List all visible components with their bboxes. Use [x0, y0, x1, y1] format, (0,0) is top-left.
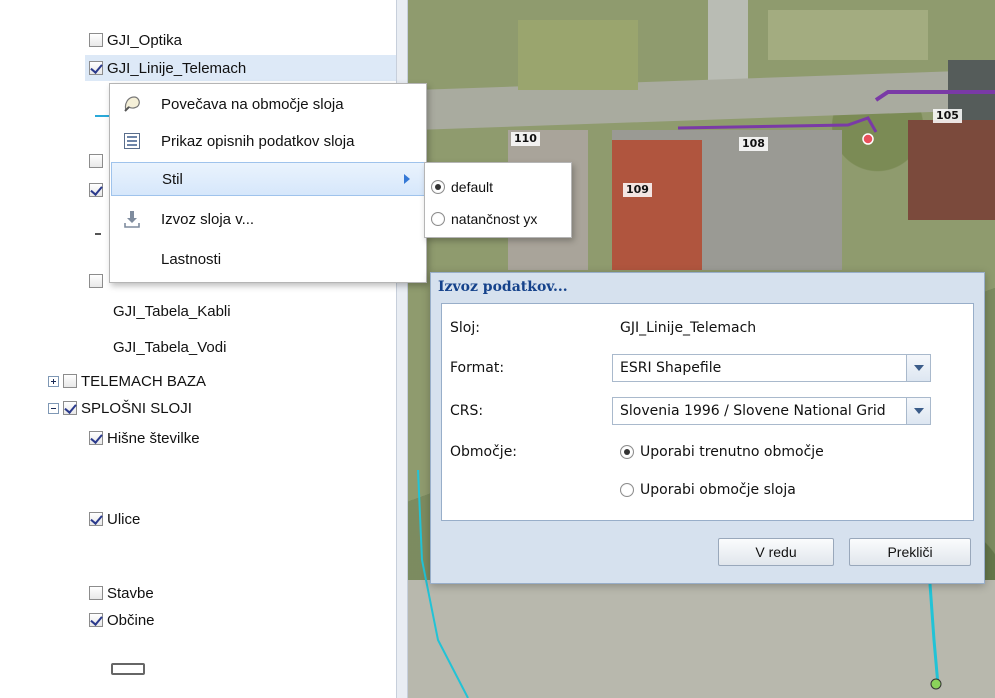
- attribute-table-icon: [121, 130, 143, 152]
- layer-label: GJI_Optika: [107, 31, 183, 49]
- layer-checkbox[interactable]: [89, 183, 103, 197]
- layer-label: GJI_Linije_Telemach: [107, 59, 247, 77]
- layer-label: TELEMACH BAZA: [81, 372, 207, 390]
- layer-checkbox[interactable]: [89, 61, 103, 75]
- dialog-title: Izvoz podatkov...: [438, 279, 568, 295]
- dialog-form: Sloj: GJI_Linije_Telemach Format: ESRI S…: [441, 303, 974, 521]
- style-radio[interactable]: [431, 180, 445, 194]
- house-number-label: 110: [511, 132, 540, 146]
- telemach-line-cyan: [928, 583, 940, 686]
- menu-item-label: Povečava na območje sloja: [161, 95, 344, 113]
- layer-item-hisne-stevilke[interactable]: Hišne številke: [89, 425, 200, 451]
- area-field-label: Območje:: [450, 444, 518, 460]
- style-radio[interactable]: [431, 212, 445, 226]
- layer-checkbox[interactable]: [89, 274, 103, 288]
- style-option-default[interactable]: default: [431, 175, 493, 199]
- menu-item-properties[interactable]: Lastnosti: [111, 242, 425, 276]
- layer-label: Stavbe: [107, 584, 154, 602]
- layer-item-gji-tabela-kabli[interactable]: GJI_Tabela_Kabli: [113, 298, 231, 324]
- format-select-value: ESRI Shapefile: [620, 360, 722, 376]
- telemach-line-purple: [677, 116, 878, 133]
- layer-label: Hišne številke: [107, 429, 200, 447]
- telemach-line-purple: [874, 90, 995, 102]
- layer-checkbox[interactable]: [89, 613, 103, 627]
- submenu-arrow-icon: [404, 174, 410, 184]
- layer-group-telemach-baza[interactable]: TELEMACH BAZA: [48, 368, 206, 394]
- layer-label: Ulice: [107, 510, 141, 528]
- layer-context-menu: Povečava na območje sloja Prikaz opisnih…: [109, 83, 427, 283]
- layer-field-value: GJI_Linije_Telemach: [620, 320, 757, 336]
- export-dialog: Izvoz podatkov... Sloj: GJI_Linije_Telem…: [430, 272, 985, 584]
- layer-item-hidden-2[interactable]: [89, 177, 107, 203]
- layer-item-stavbe[interactable]: Stavbe: [89, 580, 154, 606]
- area-option-label: Uporabi območje sloja: [640, 482, 796, 498]
- menu-item-attribute-table[interactable]: Prikaz opisnih podatkov sloja: [111, 124, 425, 158]
- layer-item-gji-tabela-vodi[interactable]: GJI_Tabela_Vodi: [113, 334, 226, 360]
- style-option-label: natančnost yx: [451, 211, 538, 227]
- house-number-label: 105: [933, 109, 962, 123]
- layer-item-ulice[interactable]: Ulice: [89, 506, 140, 532]
- legend-dash-swatch: [95, 233, 101, 235]
- zoom-to-layer-icon: [121, 93, 143, 115]
- area-radio[interactable]: [620, 445, 634, 459]
- legend-polygon-swatch: [111, 663, 145, 675]
- format-select[interactable]: ESRI Shapefile: [612, 354, 931, 382]
- export-download-icon: [121, 208, 143, 230]
- layer-checkbox[interactable]: [89, 586, 103, 600]
- crs-select-value: Slovenia 1996 / Slovene National Grid: [620, 403, 886, 419]
- chevron-down-icon[interactable]: [906, 355, 930, 381]
- format-field-label: Format:: [450, 360, 505, 376]
- menu-item-zoom-to-layer[interactable]: Povečava na območje sloja: [111, 87, 425, 121]
- house-number-label: 108: [739, 137, 768, 151]
- area-option-layer[interactable]: Uporabi območje sloja: [620, 482, 796, 498]
- layer-label: Občine: [107, 611, 155, 629]
- layer-checkbox[interactable]: [89, 33, 103, 47]
- chevron-down-icon[interactable]: [906, 398, 930, 424]
- crs-select[interactable]: Slovenia 1996 / Slovene National Grid: [612, 397, 931, 425]
- layer-group-splosni-sloji[interactable]: SPLOŠNI SLOJI: [48, 395, 192, 421]
- layer-item-hidden-1[interactable]: [89, 148, 107, 174]
- layer-checkbox[interactable]: [89, 154, 103, 168]
- layer-item-gji-optika[interactable]: GJI_Optika: [89, 27, 182, 53]
- style-option-label: default: [451, 179, 494, 195]
- layer-label: SPLOŠNI SLOJI: [81, 399, 192, 417]
- layer-label: GJI_Tabela_Vodi: [113, 338, 227, 356]
- crs-field-label: CRS:: [450, 403, 484, 419]
- expand-plus-icon[interactable]: [48, 375, 59, 387]
- menu-item-label: Izvoz sloja v...: [161, 210, 255, 228]
- layer-item-hidden-3[interactable]: [89, 268, 107, 294]
- cancel-button[interactable]: Prekliči: [849, 538, 971, 566]
- menu-item-style[interactable]: Stil: [111, 162, 425, 196]
- area-radio[interactable]: [620, 483, 634, 497]
- network-node[interactable]: [862, 133, 874, 145]
- layer-checkbox[interactable]: [89, 512, 103, 526]
- layer-checkbox[interactable]: [63, 374, 77, 388]
- area-option-current[interactable]: Uporabi trenutno območje: [620, 444, 824, 460]
- collapse-minus-icon[interactable]: [48, 402, 59, 414]
- layer-checkbox[interactable]: [89, 431, 103, 445]
- style-option-natancnost-yx[interactable]: natančnost yx: [431, 207, 537, 231]
- style-submenu: default natančnost yx: [424, 162, 572, 238]
- layer-field-label: Sloj:: [450, 320, 480, 336]
- layer-checkbox[interactable]: [63, 401, 77, 415]
- layer-item-gji-linije-telemach[interactable]: GJI_Linije_Telemach: [85, 55, 396, 81]
- menu-item-export-layer[interactable]: Izvoz sloja v...: [111, 202, 425, 236]
- house-number-label: 109: [623, 183, 652, 197]
- layer-item-obcine[interactable]: Občine: [89, 607, 155, 633]
- ok-button[interactable]: V redu: [718, 538, 834, 566]
- area-option-label: Uporabi trenutno območje: [640, 444, 824, 460]
- network-node[interactable]: [930, 678, 942, 690]
- layer-label: GJI_Tabela_Kabli: [113, 302, 231, 320]
- menu-item-label: Lastnosti: [161, 250, 222, 268]
- menu-item-label: Stil: [162, 170, 183, 188]
- legend-line-swatch: [95, 115, 109, 117]
- menu-item-label: Prikaz opisnih podatkov sloja: [161, 132, 355, 150]
